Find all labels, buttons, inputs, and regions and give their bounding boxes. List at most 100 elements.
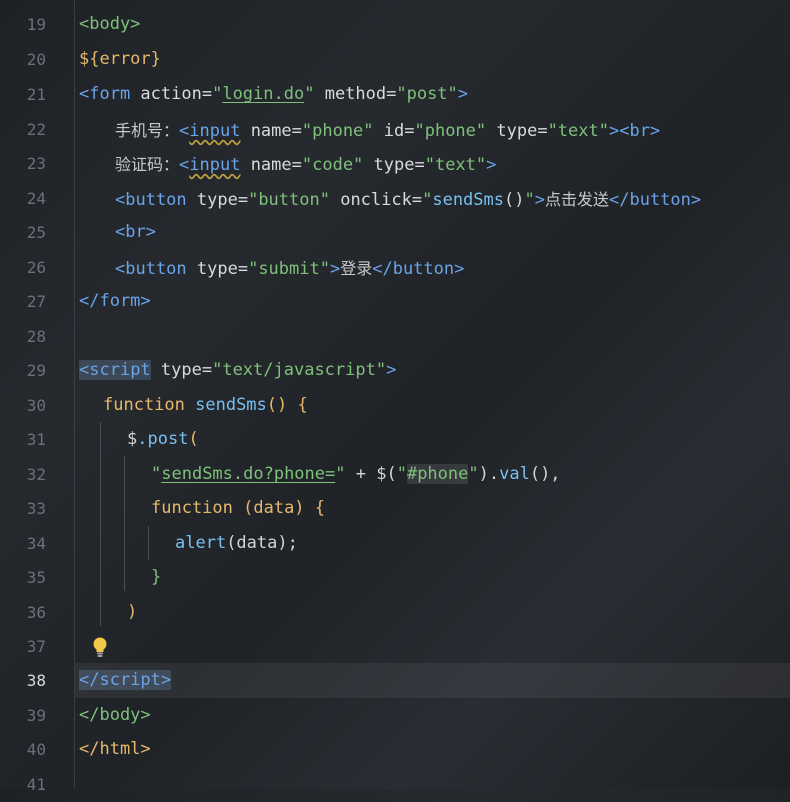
code-token: "	[304, 84, 315, 105]
code-token: <form	[79, 84, 131, 105]
code-line-37[interactable]: 37	[0, 629, 790, 664]
code-token: $	[127, 429, 138, 450]
code-token: <br>	[115, 222, 156, 243]
line-number: 23	[26, 153, 46, 173]
code-token: >	[329, 259, 341, 280]
code-token: 验证码：	[115, 155, 180, 175]
line-number: 19	[26, 14, 46, 34]
code-token: "	[335, 464, 346, 485]
code-token: ${error}	[79, 49, 161, 70]
code-token: type=	[363, 155, 425, 176]
code-token: }	[151, 567, 162, 588]
line-number: 29	[26, 360, 46, 380]
code-token: .post	[137, 429, 189, 450]
current-line-number: 38	[0, 663, 74, 698]
code-token: </form>	[79, 291, 151, 312]
code-line-20[interactable]: 20 ${error}	[0, 42, 790, 77]
line-number: 35	[26, 567, 46, 587]
code-token: sendSms	[432, 190, 504, 211]
code-token: <button	[115, 259, 187, 280]
code-line-39[interactable]: 39 </body>	[0, 698, 790, 733]
line-number: 20	[26, 49, 46, 69]
code-token: "text/javascript"	[212, 360, 387, 381]
code-token: >	[486, 155, 497, 176]
code-token: method=	[314, 84, 397, 105]
code-token: (	[188, 429, 199, 450]
code-token: $(	[376, 464, 397, 485]
line-number: 39	[26, 705, 46, 725]
line-number: 30	[26, 395, 46, 415]
code-line-30[interactable]: 30 function sendSms() {	[0, 388, 790, 423]
line-number: 38	[26, 670, 46, 690]
code-link[interactable]: sendSms.do?phone=	[161, 464, 335, 484]
code-line-21[interactable]: 21 <form action="login.do" method="post"…	[0, 77, 790, 112]
code-token: (),	[529, 464, 561, 485]
line-number: 22	[26, 119, 46, 139]
code-token: (data);	[226, 533, 298, 554]
code-token: >	[457, 84, 469, 105]
line-number: 27	[26, 291, 46, 311]
code-line-41[interactable]: 41	[0, 767, 790, 802]
code-line-19[interactable]: 19 <body>	[0, 7, 790, 42]
code-line-38[interactable]	[75, 663, 790, 698]
code-line-28[interactable]: 28	[0, 319, 790, 354]
code-token: >	[386, 360, 397, 381]
code-line-33[interactable]: 33 function (data) {	[0, 491, 790, 526]
code-token: <	[179, 155, 190, 176]
lightbulb-icon[interactable]	[92, 637, 108, 659]
code-token: name=	[240, 155, 302, 176]
code-line-40[interactable]: 40 </html>	[0, 732, 790, 767]
code-token: </button>	[609, 190, 702, 211]
code-token: "submit"	[248, 259, 330, 280]
code-line-27[interactable]: 27 </form>	[0, 284, 790, 319]
code-line-24[interactable]: 24 <button type="button" onclick="sendSm…	[0, 181, 790, 216]
code-token: "	[151, 464, 162, 485]
code-link[interactable]: login.do	[222, 84, 304, 104]
code-line-35[interactable]: 35 }	[0, 560, 790, 595]
code-token: ><br>	[608, 121, 661, 142]
code-token: "text"	[424, 155, 487, 176]
code-token: sendSms	[195, 395, 267, 416]
code-line-22[interactable]: 22 手机号：<input name="phone" id="phone" ty…	[0, 112, 790, 147]
code-token: </html>	[79, 739, 151, 760]
code-token: ()	[504, 190, 525, 211]
code-token: #phone	[406, 464, 469, 485]
code-token: type=	[486, 121, 548, 142]
code-token: +	[345, 464, 377, 485]
code-token: () {	[266, 395, 308, 416]
code-token: ).	[478, 464, 500, 485]
code-line-23[interactable]: 23 验证码：<input name="code" type="text">	[0, 146, 790, 181]
code-token: "text"	[547, 121, 609, 142]
code-token: onclick=	[329, 190, 423, 211]
code-token: <script	[79, 360, 151, 381]
code-token: "code"	[301, 155, 364, 176]
code-token: "	[468, 464, 479, 485]
code-line-29[interactable]: 29 <script type="text/javascript">	[0, 353, 790, 388]
code-token: 点击发送	[544, 190, 609, 210]
line-number: 32	[26, 464, 46, 484]
code-token: "phone"	[301, 121, 374, 142]
line-number: 28	[26, 326, 46, 346]
code-line-34[interactable]: 34 alert(data);	[0, 526, 790, 561]
code-token: (data) {	[243, 498, 326, 519]
code-token: name=	[240, 121, 302, 142]
line-number: 41	[26, 774, 46, 794]
code-token: >	[534, 190, 545, 211]
line-number: 34	[26, 533, 46, 553]
code-token: type=	[150, 360, 213, 381]
code-token: action=	[130, 84, 213, 105]
code-token: "	[524, 190, 535, 211]
line-number: 25	[26, 222, 46, 242]
code-token: <	[179, 121, 190, 142]
line-number: 26	[26, 257, 46, 277]
code-token: "	[422, 190, 433, 211]
code-line-26[interactable]: 26 <button type="submit">登录</button>	[0, 250, 790, 285]
code-token: alert	[175, 533, 227, 554]
code-line-36[interactable]: 36 )	[0, 595, 790, 630]
line-number: 31	[26, 429, 46, 449]
line-number: 40	[26, 739, 46, 759]
code-line-25[interactable]: 25 <br>	[0, 215, 790, 250]
code-line-32[interactable]: 32 "sendSms.do?phone=" + $("#phone").val…	[0, 457, 790, 492]
code-token: <button	[115, 190, 187, 211]
code-line-31[interactable]: 31 $.post(	[0, 422, 790, 457]
